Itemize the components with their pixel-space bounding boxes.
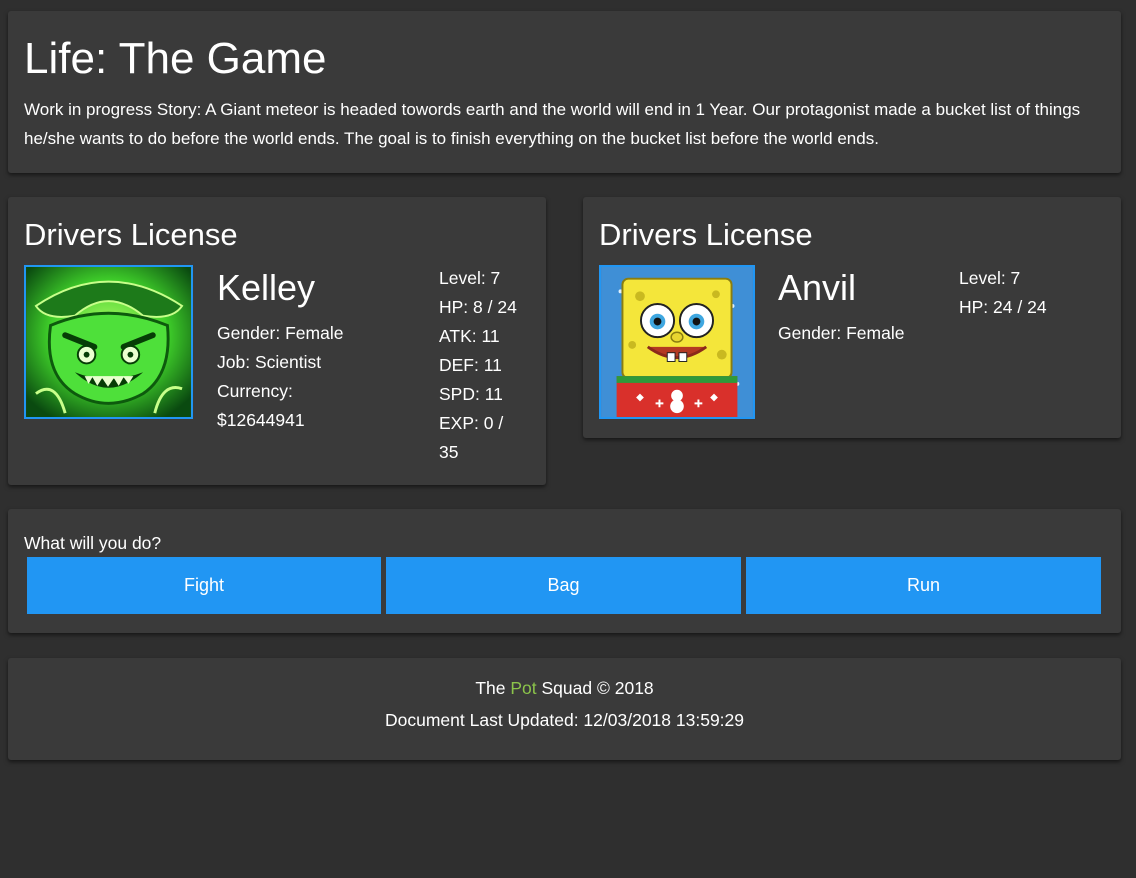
player-currency-value: $12644941 <box>217 410 305 430</box>
player-gender: Gender: Female <box>217 323 344 343</box>
footer-card: The Pot Squad © 2018 Document Last Updat… <box>8 658 1121 760</box>
player-exp-max: 35 <box>439 442 459 462</box>
action-card: What will you do? Fight Bag Run <box>8 509 1121 633</box>
enemy-name: Anvil <box>778 267 857 308</box>
enemy-stats: Level: 7 HP: 24 / 24 <box>959 264 1099 322</box>
player-atk: ATK: 11 <box>439 326 500 346</box>
action-prompt: What will you do? <box>24 533 162 553</box>
green-ghost-pirate-image <box>26 267 191 417</box>
bag-button[interactable]: Bag <box>386 557 741 614</box>
footer-credit-accent: Pot <box>510 678 537 698</box>
player-spd: SPD: 11 <box>439 384 503 404</box>
enemy-level: Level: 7 <box>959 268 1021 288</box>
header-card: Life: The Game Work in progress Story: A… <box>8 11 1121 173</box>
spongebob-image <box>601 267 753 417</box>
player-name: Kelley <box>217 267 316 308</box>
player-exp: EXP: 0 / <box>439 413 504 433</box>
enemy-hp: HP: 24 / 24 <box>959 297 1047 317</box>
player-license-card: Drivers License Kelley Gender: Female Jo… <box>8 197 546 485</box>
enemy-portrait <box>599 265 755 419</box>
player-portrait <box>24 265 193 419</box>
footer-credit-post: Squad © 2018 <box>536 678 654 698</box>
footer-credit-pre: The <box>475 678 511 698</box>
enemy-gender: Gender: Female <box>778 323 905 343</box>
enemy-card-title: Drivers License <box>599 217 813 252</box>
player-currency-label: Currency: <box>217 381 293 401</box>
player-card-title: Drivers License <box>24 217 238 252</box>
player-def: DEF: 11 <box>439 355 502 375</box>
footer-credit: The Pot Squad © 2018 <box>8 675 1121 701</box>
player-job: Job: Scientist <box>217 352 322 372</box>
fight-button[interactable]: Fight <box>27 557 381 614</box>
story-text: Work in progress Story: A Giant meteor i… <box>24 100 1081 148</box>
enemy-info: Gender: Female <box>778 319 958 348</box>
player-hp: HP: 8 / 24 <box>439 297 517 317</box>
footer-last-updated: Document Last Updated: 12/03/2018 13:59:… <box>384 710 744 730</box>
run-button[interactable]: Run <box>746 557 1101 614</box>
player-info: Gender: Female Job: Scientist Currency: … <box>217 319 367 435</box>
page-title: Life: The Game <box>24 34 327 83</box>
enemy-license-card: Drivers License Anvil Gender: Female Lev… <box>583 197 1121 438</box>
player-stats: Level: 7 HP: 8 / 24 ATK: 11 DEF: 11 SPD:… <box>439 264 535 467</box>
player-level: Level: 7 <box>439 268 501 288</box>
